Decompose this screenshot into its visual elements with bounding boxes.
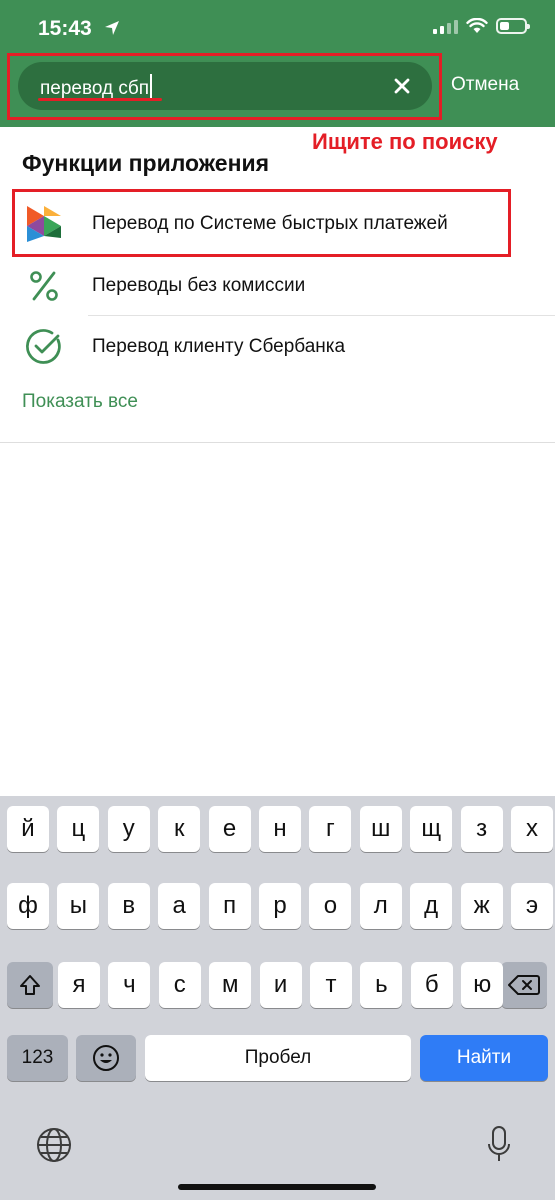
- key-row1-0[interactable]: й: [7, 806, 49, 852]
- space-key[interactable]: Пробел: [145, 1035, 411, 1081]
- key-row2-6[interactable]: о: [309, 883, 352, 929]
- key-row3-3[interactable]: м: [209, 962, 252, 1008]
- microphone-icon[interactable]: [487, 1125, 511, 1165]
- key-row2-4[interactable]: п: [208, 883, 251, 929]
- list-item-label: Переводы без комиссии: [92, 275, 306, 296]
- key-row2-1[interactable]: ы: [57, 883, 100, 929]
- list-item-label: Перевод клиенту Сбербанка: [92, 336, 346, 357]
- key-row2-10[interactable]: э: [511, 883, 553, 929]
- cellular-signal-icon: [433, 18, 458, 34]
- key-row1-1[interactable]: ц: [57, 806, 100, 852]
- key-row3-8[interactable]: ю: [461, 962, 504, 1008]
- key-row1-10[interactable]: х: [511, 806, 553, 852]
- key-row3-2[interactable]: с: [158, 962, 201, 1008]
- key-row2-8[interactable]: д: [410, 883, 453, 929]
- key-row3-1[interactable]: ч: [108, 962, 151, 1008]
- show-all-link[interactable]: Показать все: [22, 391, 138, 413]
- numbers-key[interactable]: 123: [7, 1035, 68, 1081]
- shift-key[interactable]: [7, 962, 53, 1008]
- annotation-hint: Ищите по поиску: [312, 129, 498, 154]
- annotation-item-frame: [12, 189, 511, 257]
- cancel-button[interactable]: Отмена: [451, 74, 519, 96]
- globe-icon[interactable]: [36, 1127, 72, 1163]
- search-go-key[interactable]: Найти: [420, 1035, 548, 1081]
- key-row1-3[interactable]: к: [158, 806, 201, 852]
- key-row1-9[interactable]: з: [460, 806, 503, 852]
- sber-check-icon: [26, 329, 61, 364]
- emoji-icon: [93, 1045, 119, 1071]
- key-row1-5[interactable]: н: [259, 806, 301, 852]
- key-row1-8[interactable]: щ: [410, 806, 453, 852]
- status-icons: [433, 18, 530, 34]
- key-row2-0[interactable]: ф: [7, 883, 49, 929]
- key-row3-7[interactable]: б: [410, 962, 453, 1008]
- key-row3-0[interactable]: я: [58, 962, 100, 1008]
- shift-arrow-icon: [20, 975, 40, 995]
- section-title: Функции приложения: [22, 150, 270, 176]
- battery-icon: [496, 18, 530, 34]
- key-row2-7[interactable]: л: [359, 883, 402, 929]
- divider: [88, 315, 555, 316]
- annotation-search-frame: [7, 53, 442, 120]
- key-row1-4[interactable]: е: [208, 806, 251, 852]
- key-row1-2[interactable]: у: [107, 806, 150, 852]
- key-row2-3[interactable]: а: [158, 883, 201, 929]
- section-divider: [0, 442, 555, 443]
- status-time: 15:43: [38, 17, 92, 40]
- key-row3-4[interactable]: и: [259, 962, 302, 1008]
- location-arrow-icon: [105, 21, 119, 35]
- key-row1-6[interactable]: г: [309, 806, 352, 852]
- list-item-no-fee-transfers[interactable]: Переводы без комиссии: [0, 256, 555, 316]
- key-row2-5[interactable]: р: [259, 883, 301, 929]
- emoji-key[interactable]: [76, 1035, 136, 1081]
- home-indicator: [178, 1184, 376, 1190]
- key-row2-2[interactable]: в: [107, 883, 150, 929]
- key-row1-7[interactable]: ш: [359, 806, 402, 852]
- list-item-sber-client-transfer[interactable]: Перевод клиенту Сбербанка: [0, 317, 555, 377]
- wifi-icon: [466, 18, 488, 33]
- key-row3-5[interactable]: т: [310, 962, 352, 1008]
- percent-icon: [30, 271, 58, 301]
- key-row2-9[interactable]: ж: [460, 883, 503, 929]
- delete-icon: [508, 975, 540, 995]
- key-row3-6[interactable]: ь: [360, 962, 403, 1008]
- backspace-key[interactable]: [501, 962, 547, 1008]
